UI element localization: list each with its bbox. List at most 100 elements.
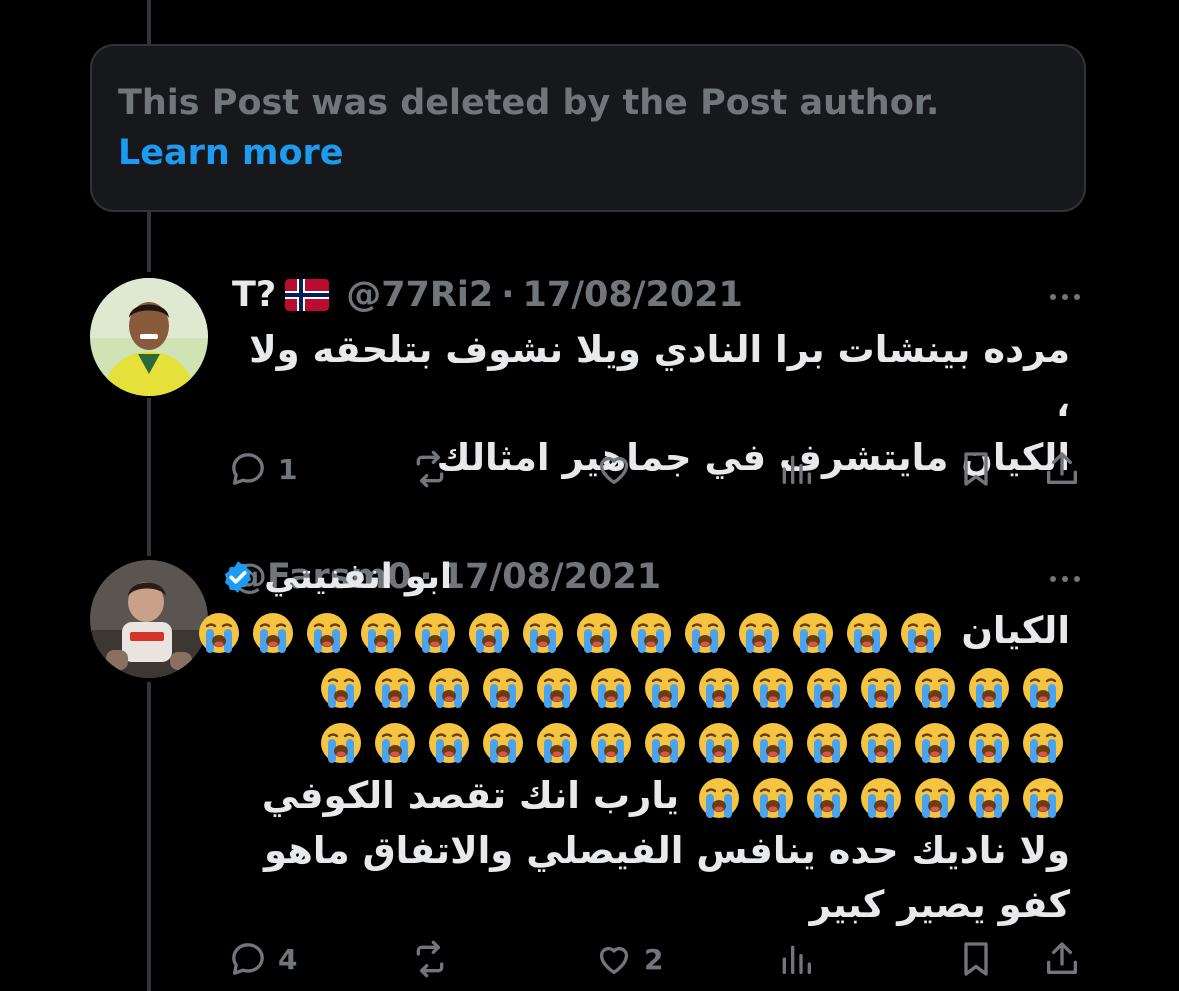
share-icon xyxy=(1047,452,1077,484)
like-count: 2 xyxy=(644,942,664,976)
post-text-line: كفو يصير كبير xyxy=(809,883,1070,926)
crying-face-emoji-icon xyxy=(591,722,631,763)
crying-face-emoji-icon xyxy=(753,777,793,818)
crying-face-emoji-icon xyxy=(699,667,739,708)
thread-line-end xyxy=(147,682,151,991)
crying-face-emoji-icon xyxy=(861,722,901,763)
crying-face-emoji-icon xyxy=(375,667,415,708)
share-button[interactable] xyxy=(1042,446,1082,492)
more-options-icon[interactable] xyxy=(1040,564,1090,594)
user-handle[interactable]: @77Ri2 xyxy=(346,275,493,315)
crying-face-emoji-icon xyxy=(901,612,942,653)
crying-face-emoji-icon xyxy=(591,667,631,708)
crying-face-emoji-icon xyxy=(685,612,726,653)
crying-face-emoji-icon xyxy=(793,612,834,653)
post-date[interactable]: 17/08/2021 xyxy=(523,275,743,315)
heart-icon xyxy=(599,946,629,974)
thread-line-top xyxy=(147,0,151,44)
bookmark-button[interactable] xyxy=(956,446,996,492)
crying-face-emoji-icon xyxy=(915,777,955,818)
crying-face-emoji-icon xyxy=(969,667,1009,708)
post-actions: 1 xyxy=(228,446,1088,492)
crying-face-emoji-icon xyxy=(915,722,955,763)
avatar-image xyxy=(90,278,208,396)
crying-face-emoji-icon xyxy=(253,612,294,653)
crying-face-emoji-icon xyxy=(483,722,523,763)
deleted-post-notice: This Post was deleted by the Post author… xyxy=(90,44,1086,212)
post-first-word: الكيان xyxy=(961,609,1070,652)
repost-icon xyxy=(416,450,444,488)
emoji-row xyxy=(232,714,1070,769)
views-icon xyxy=(782,945,811,974)
emoji-row xyxy=(232,659,1070,714)
crying-face-emoji-icon xyxy=(631,612,672,653)
heart-icon xyxy=(599,456,629,484)
crying-face-emoji-icon xyxy=(699,777,739,818)
crying-face-emoji-icon xyxy=(847,612,888,653)
crying-face-emoji-icon xyxy=(861,777,901,818)
crying-face-emoji-icon xyxy=(969,722,1009,763)
crying-face-emoji-icon xyxy=(537,667,577,708)
deleted-notice-text: This Post was deleted by the Post author… xyxy=(118,83,940,123)
thread-line-bottom xyxy=(147,398,151,556)
learn-more-link[interactable]: Learn more xyxy=(118,133,344,173)
avatar-image xyxy=(90,560,208,678)
crying-face-emoji-icon xyxy=(321,667,361,708)
crying-face-emoji-icon xyxy=(415,612,456,653)
like-button[interactable]: 2 xyxy=(594,936,663,982)
post-text-line: يارب انك تقصد الكوفي xyxy=(261,774,680,817)
author-name-row: ابو انفنيتي xyxy=(225,553,452,601)
reply-count: 1 xyxy=(278,452,298,486)
views-icon xyxy=(782,455,811,484)
crying-face-emoji-icon xyxy=(699,722,739,763)
crying-face-emoji-icon xyxy=(199,612,240,653)
bookmark-button[interactable] xyxy=(956,936,996,982)
crying-face-emoji-icon xyxy=(969,777,1009,818)
crying-face-emoji-icon xyxy=(807,667,847,708)
like-button[interactable] xyxy=(594,446,644,492)
post-date[interactable]: 17/08/2021 xyxy=(441,557,661,597)
share-button[interactable] xyxy=(1042,936,1082,982)
post-text-line: ولا ناديك حده ينافس الفيصلي والاتفاق ماه… xyxy=(264,829,1070,872)
display-name[interactable]: T? xyxy=(232,275,276,315)
post-text-line: مرده بينشات برا النادي ويلا نشوف بتلحقه … xyxy=(249,328,1070,425)
post-text: الكيان يارب انك تقصد الكوفي ولا ناديك حد… xyxy=(199,604,1070,932)
reply-button[interactable]: 1 xyxy=(228,446,297,492)
crying-face-emoji-icon xyxy=(645,667,685,708)
views-button[interactable] xyxy=(776,446,826,492)
crying-face-emoji-icon xyxy=(1023,667,1063,708)
post-actions: 4 2 xyxy=(228,936,1088,982)
crying-face-emoji-icon xyxy=(307,612,348,653)
bookmark-icon xyxy=(964,452,988,486)
crying-face-emoji-icon xyxy=(483,667,523,708)
crying-face-emoji-icon xyxy=(753,722,793,763)
crying-face-emoji-icon xyxy=(1023,777,1063,818)
bookmark-icon xyxy=(964,942,988,976)
crying-face-emoji-icon xyxy=(361,612,402,653)
crying-face-emoji-icon xyxy=(645,722,685,763)
post-header: T? @77Ri2 · 17/08/2021 xyxy=(232,271,743,319)
crying-face-emoji-icon xyxy=(807,722,847,763)
views-button[interactable] xyxy=(776,936,826,982)
repost-icon xyxy=(416,940,444,978)
avatar[interactable] xyxy=(90,278,208,396)
more-options-icon[interactable] xyxy=(1040,282,1090,312)
repost-button[interactable] xyxy=(410,936,460,982)
emoji-row: الكيان xyxy=(199,604,1070,659)
crying-face-emoji-icon xyxy=(1023,722,1063,763)
avatar[interactable] xyxy=(90,560,208,678)
verified-badge-icon xyxy=(220,559,256,595)
crying-face-emoji-icon xyxy=(469,612,510,653)
reply-button[interactable]: 4 xyxy=(228,936,297,982)
share-icon xyxy=(1047,942,1077,974)
crying-face-emoji-icon xyxy=(321,722,361,763)
crying-face-emoji-icon xyxy=(429,667,469,708)
emoji-row: يارب انك تقصد الكوفي xyxy=(232,769,1070,824)
crying-face-emoji-icon xyxy=(375,722,415,763)
crying-face-emoji-icon xyxy=(861,667,901,708)
crying-face-emoji-icon xyxy=(577,612,618,653)
crying-face-emoji-icon xyxy=(429,722,469,763)
repost-button[interactable] xyxy=(410,446,460,492)
display-name[interactable]: ابو انفنيتي xyxy=(264,557,452,597)
crying-face-emoji-icon xyxy=(523,612,564,653)
